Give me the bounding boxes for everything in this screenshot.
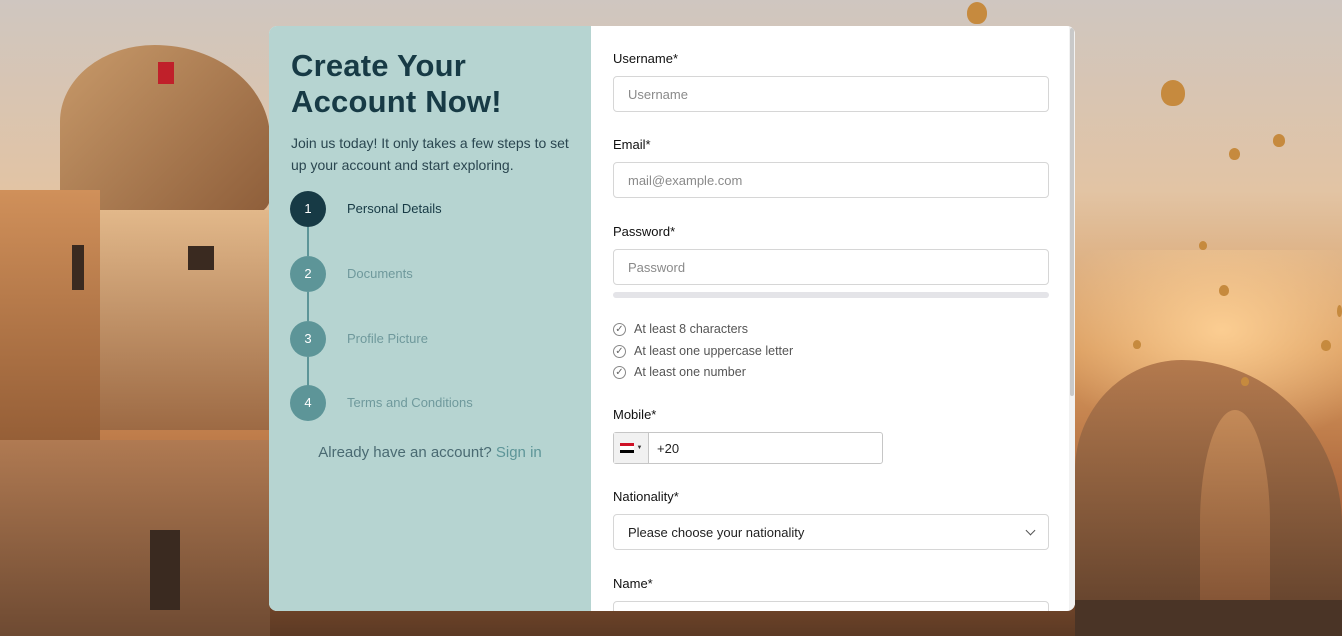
scrollbar-thumb[interactable]	[1070, 28, 1074, 396]
country-code-selector[interactable]: ▼	[614, 433, 649, 463]
title-line-1: Create Your	[291, 48, 467, 83]
password-input[interactable]	[613, 249, 1049, 285]
page-subtitle: Join us today! It only takes a few steps…	[291, 135, 569, 173]
page-title: Create Your Account Now!	[291, 48, 569, 120]
step-connector	[307, 357, 309, 386]
step-personal-details[interactable]: 1 Personal Details	[290, 191, 570, 227]
step-profile-picture[interactable]: 3 Profile Picture	[290, 321, 570, 357]
chevron-down-icon	[1025, 525, 1036, 535]
password-rule: ✓ At least 8 characters	[613, 322, 748, 336]
title-line-2: Account Now!	[291, 84, 502, 119]
check-circle-icon: ✓	[613, 344, 626, 358]
signin-prompt: Already have an account?	[318, 444, 492, 461]
step-label: Profile Picture	[347, 331, 428, 346]
step-number: 3	[290, 321, 326, 357]
steps-panel: Create Your Account Now! Join us today! …	[269, 26, 591, 611]
step-number: 4	[290, 385, 326, 421]
signup-card: Create Your Account Now! Join us today! …	[269, 26, 1075, 611]
rule-text: At least one uppercase letter	[634, 344, 794, 358]
username-input[interactable]	[613, 76, 1049, 112]
check-circle-icon: ✓	[613, 322, 626, 336]
password-rule: ✓ At least one number	[613, 365, 746, 379]
check-circle-icon: ✓	[613, 365, 626, 379]
step-number: 2	[290, 256, 326, 292]
step-number: 1	[290, 191, 326, 227]
nationality-selected-value: Please choose your nationality	[628, 524, 805, 540]
name-input[interactable]	[613, 601, 1049, 611]
signin-link[interactable]: Sign in	[496, 444, 542, 461]
step-documents[interactable]: 2 Documents	[290, 256, 570, 292]
password-rule: ✓ At least one uppercase letter	[613, 344, 793, 358]
egypt-flag-icon	[619, 443, 634, 453]
form-scrollbar[interactable]	[1069, 26, 1075, 611]
rule-text: At least 8 characters	[634, 322, 748, 336]
email-label: Email*	[613, 137, 651, 152]
nationality-label: Nationality*	[613, 489, 679, 504]
rule-text: At least one number	[634, 365, 746, 379]
mobile-input[interactable]	[649, 433, 882, 463]
step-label: Personal Details	[347, 201, 442, 216]
signin-row: Already have an account? Sign in	[269, 444, 591, 461]
step-terms-and-conditions[interactable]: 4 Terms and Conditions	[290, 385, 570, 421]
password-label: Password*	[613, 224, 676, 239]
step-connector	[307, 292, 309, 321]
mobile-field: ▼	[613, 432, 883, 464]
step-label: Documents	[347, 266, 413, 281]
name-label: Name*	[613, 576, 653, 591]
caret-down-icon: ▼	[636, 445, 643, 451]
password-strength-bar	[613, 292, 1049, 298]
step-label: Terms and Conditions	[347, 395, 473, 410]
username-label: Username*	[613, 51, 679, 66]
nationality-select[interactable]: Please choose your nationality	[613, 514, 1049, 550]
email-input[interactable]	[613, 162, 1049, 198]
mobile-label: Mobile*	[613, 407, 657, 422]
step-connector	[307, 227, 309, 256]
form-panel: Username* Email* Password* ✓ At least 8 …	[591, 26, 1075, 611]
